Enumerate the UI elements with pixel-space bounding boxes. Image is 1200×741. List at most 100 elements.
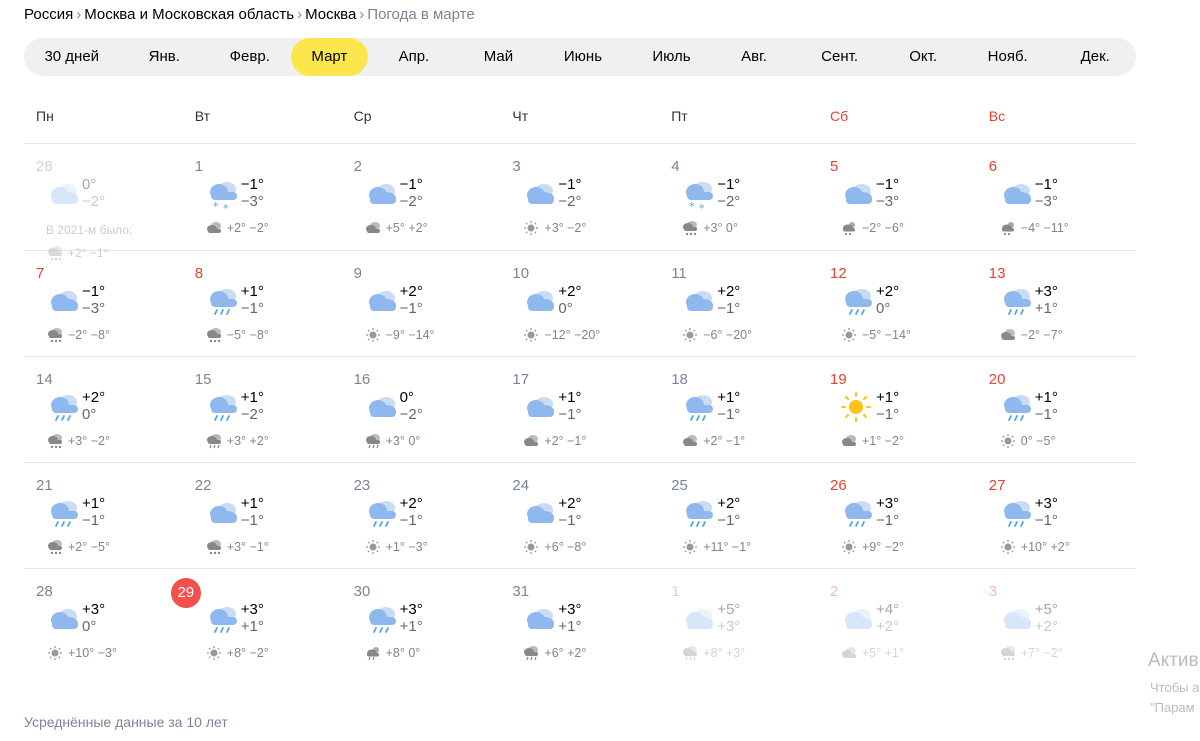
cloud-icon: [46, 178, 82, 210]
day-cell[interactable]: 20 +1° −1° 0° −5°: [977, 357, 1136, 463]
day-cell[interactable]: 13 +3° +1° −2° −7°: [977, 251, 1136, 357]
day-number: 5: [829, 158, 839, 175]
temp-min: +3°: [717, 618, 741, 635]
history-temp-text: +2° −1°: [544, 434, 587, 448]
day-cell[interactable]: 10 +2° 0° −12° −20°: [500, 251, 659, 357]
day-cell[interactable]: 18 +1° −1° +2° −1°: [659, 357, 818, 463]
day-cell[interactable]: 30 +3° +1° +8° 0°: [342, 569, 501, 675]
history-temps: −4° −11°: [999, 220, 1069, 236]
day-number: 7: [36, 265, 45, 282]
history-temps: −2° −6°: [840, 220, 904, 236]
day-cell[interactable]: 17 +1° −1° +2° −1°: [500, 357, 659, 463]
day-cell[interactable]: 19 +1° −1° +1° −2°: [818, 357, 977, 463]
weekday-label: Ср: [353, 108, 372, 124]
day-cell[interactable]: 29 +3° +1° +8° −2°: [170, 569, 342, 675]
svg-text:*: *: [213, 200, 219, 210]
tab-month-8[interactable]: Авг.: [714, 38, 794, 76]
sun-small-icon: [364, 327, 382, 343]
day-cell[interactable]: 4 * * −1° −2° +3° 0°: [659, 144, 818, 250]
day-cell[interactable]: 21 +1° −1° +2° −5°: [24, 463, 183, 569]
temp-min: +1°: [399, 618, 423, 635]
history-temp-text: +2° −5°: [68, 540, 110, 554]
day-cell[interactable]: 1 +5° +3° +8° +3°: [659, 569, 818, 675]
breadcrumb-link-region[interactable]: Москва и Московская область: [84, 6, 294, 23]
temp-min: −2°: [717, 193, 741, 210]
history-temp-text: +10° +2°: [1020, 540, 1070, 554]
cloud-icon: [522, 603, 558, 635]
day-cell[interactable]: 6 −1° −3° −4° −11°: [977, 144, 1136, 250]
sun-small-icon: [46, 645, 64, 661]
day-number: 17: [512, 371, 530, 388]
day-cell[interactable]: 11 +2° −1° −6° −20°: [659, 251, 818, 357]
tab-month-7[interactable]: Июль: [629, 38, 715, 76]
day-cell[interactable]: 2 +4° +2° +5° +1°: [818, 569, 977, 675]
temp-max: +4°: [875, 601, 900, 618]
tab-month-0[interactable]: 30 дней: [24, 38, 119, 76]
day-cell[interactable]: 3 −1° −2° +3° −2°: [500, 144, 659, 250]
day-cell[interactable]: 2 −1° −2° +5° +2°: [342, 144, 501, 250]
day-cell[interactable]: 31 +3° +1° +6° +2°: [500, 569, 659, 675]
day-cell[interactable]: 9 +2° −1° −9° −14°: [342, 251, 501, 357]
day-cell[interactable]: 3 +5° +2° +7° −2°: [977, 569, 1136, 675]
sun-small-icon: [522, 539, 540, 555]
day-number: 9: [353, 265, 362, 282]
sun-small-icon: [522, 220, 540, 236]
temp-min: −2°: [558, 193, 582, 210]
tab-month-6[interactable]: Июнь: [537, 38, 629, 76]
day-cell[interactable]: 28 +3° 0° +10° −3°: [24, 569, 183, 675]
day-cell[interactable]: 12 +2° 0° −5° −14°: [818, 251, 977, 357]
day-cell[interactable]: 28 0° −2° В 2021-м было: +2° −1°: [24, 144, 183, 261]
weekday-label: Сб: [829, 108, 849, 124]
day-cell[interactable]: 8 +1° −1° −5° −8°: [183, 251, 342, 357]
breadcrumb-current: Погода в марте: [367, 6, 475, 23]
day-cell[interactable]: 1 * * −1° −3° +2° −2°: [183, 144, 342, 250]
tab-month-12[interactable]: Дек.: [1054, 38, 1136, 76]
day-number: 11: [671, 265, 687, 282]
day-cell[interactable]: 22 +1° −1° +3° −1°: [183, 463, 342, 569]
sun-small-icon: [681, 327, 699, 343]
day-cell[interactable]: 5 −1° −3° −2° −6°: [818, 144, 977, 250]
history-temps: +6° −8°: [522, 539, 586, 555]
breadcrumb-link-russia[interactable]: Россия: [24, 6, 73, 23]
snow-cloud-icon: * *: [681, 178, 717, 215]
tab-month-2[interactable]: Февр.: [209, 38, 291, 76]
day-cell[interactable]: 15 +1° −2° +3° +2°: [183, 357, 342, 463]
sun-small-icon: [840, 327, 858, 343]
temp-max: −1°: [240, 176, 264, 193]
breadcrumb-link-moscow[interactable]: Москва: [305, 6, 356, 23]
rain-cloud-icon: [205, 285, 241, 317]
tab-month-4[interactable]: Апр.: [368, 38, 460, 76]
day-number: 2: [353, 158, 362, 175]
cloud-icon: [681, 285, 717, 317]
day-cell[interactable]: 26 +3° −1° +9° −2°: [818, 463, 977, 569]
temp-min: −1°: [1034, 406, 1058, 423]
history-temp-text: +5° +1°: [861, 646, 904, 660]
tab-month-10[interactable]: Окт.: [885, 38, 961, 76]
temp-max: +1°: [717, 389, 741, 406]
day-cell[interactable]: 24 +2° −1° +6° −8°: [500, 463, 659, 569]
history-temps: +6° +2°: [522, 645, 586, 661]
temp-min: −1°: [1034, 512, 1058, 529]
tab-month-1[interactable]: Янв.: [119, 38, 209, 76]
sun-small-icon: [364, 539, 382, 555]
tab-month-9[interactable]: Сент.: [794, 38, 886, 76]
rain-cloud-icon: [999, 285, 1035, 317]
day-number: 14: [36, 371, 53, 388]
day-cell[interactable]: 7 −1° −3° −2° −8°: [24, 251, 183, 357]
day-cell[interactable]: 25 +2° −1° +11° −1°: [659, 463, 818, 569]
tab-month-5[interactable]: Май: [460, 38, 538, 76]
cloudy-small-icon: [999, 327, 1017, 343]
tab-month-11[interactable]: Нояб.: [961, 38, 1055, 76]
temp-max: 0°: [82, 176, 97, 193]
partly-rain-small-icon: [364, 645, 382, 661]
day-number: 21: [36, 477, 53, 494]
day-cell[interactable]: 14 +2° 0° +3° −2°: [24, 357, 183, 463]
tab-month-3[interactable]: Март: [290, 38, 369, 76]
temp-max: +1°: [82, 495, 106, 512]
temp-max: +1°: [1034, 389, 1058, 406]
day-cell[interactable]: 23 +2° −1° +1° −3°: [342, 463, 501, 569]
history-temps: +8° 0°: [364, 645, 420, 661]
day-cell[interactable]: 27 +3° −1° +10° +2°: [977, 463, 1136, 569]
day-cell[interactable]: 16 0° −2° +3° 0°: [342, 357, 501, 463]
history-temps: +2° −2°: [205, 220, 269, 236]
